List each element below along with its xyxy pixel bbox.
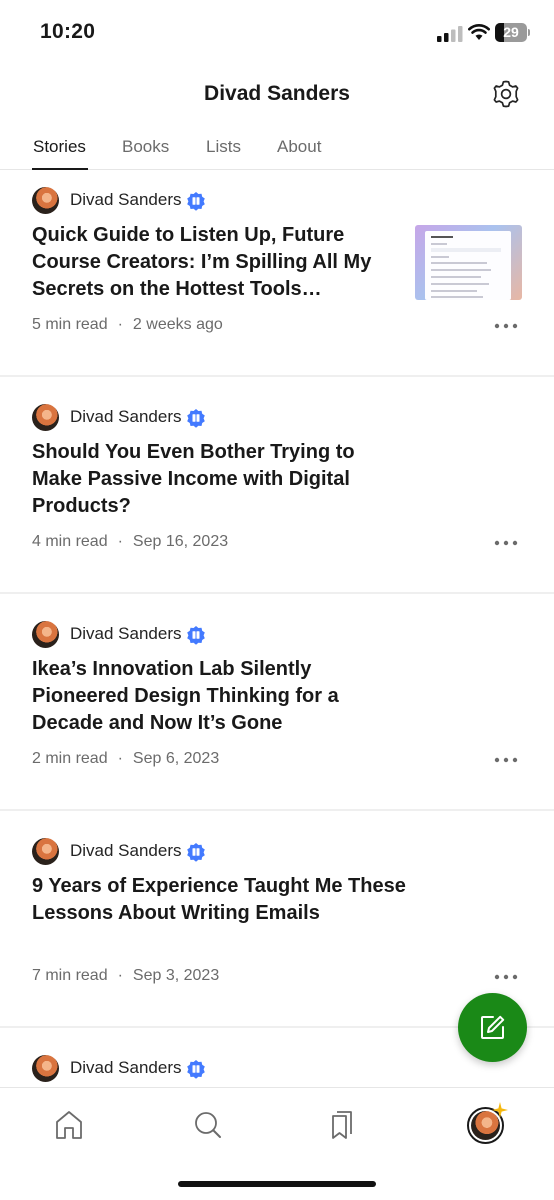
author-avatar[interactable] [32, 1055, 59, 1082]
author-avatar[interactable] [32, 621, 59, 648]
home-icon[interactable] [52, 1108, 86, 1142]
author-name[interactable]: Divad Sanders [70, 1058, 182, 1078]
read-time: 4 min read [32, 533, 108, 550]
read-time: 7 min read [32, 967, 108, 984]
verified-badge-icon [187, 1060, 205, 1079]
cellular-signal-icon [437, 26, 463, 42]
meta-separator: · [117, 750, 123, 767]
status-bar: 10:20 29 [0, 0, 554, 66]
author-name[interactable]: Divad Sanders [70, 190, 182, 210]
story-meta: 2 min read · Sep 6, 2023 [32, 750, 219, 768]
home-indicator[interactable] [178, 1181, 376, 1187]
page-title: Divad Sanders [204, 82, 350, 105]
author-name[interactable]: Divad Sanders [70, 841, 182, 861]
publish-date: Sep 6, 2023 [132, 750, 220, 767]
author-avatar[interactable] [32, 404, 59, 431]
sparkle-icon [492, 1102, 508, 1118]
tab-lists[interactable]: Lists [206, 137, 241, 157]
story-card[interactable]: Divad Sanders Should You Even Bother Try… [0, 387, 554, 604]
author-name[interactable]: Divad Sanders [70, 624, 182, 644]
author-avatar[interactable] [32, 187, 59, 214]
story-card[interactable]: Divad Sanders Quick Guide to Listen Up, … [0, 170, 554, 387]
publish-date: Sep 3, 2023 [132, 967, 220, 984]
read-time: 5 min read [32, 316, 108, 333]
battery-percent: 29 [503, 24, 519, 40]
gear-icon[interactable] [490, 78, 522, 110]
meta-separator: · [117, 967, 123, 984]
bookmarks-icon[interactable] [328, 1108, 362, 1142]
tab-stories[interactable]: Stories [33, 137, 86, 157]
tab-books[interactable]: Books [122, 137, 169, 157]
compose-button[interactable] [458, 993, 527, 1062]
more-horizontal-icon[interactable] [494, 540, 518, 546]
more-horizontal-icon[interactable] [494, 974, 518, 980]
publish-date: 2 weeks ago [132, 316, 223, 333]
battery-indicator: 29 [495, 23, 530, 42]
meta-separator: · [117, 316, 123, 333]
story-title[interactable]: 9 Years of Experience Taught Me These Le… [32, 873, 412, 927]
verified-badge-icon [187, 843, 205, 862]
compose-icon [481, 1015, 505, 1039]
tab-about[interactable]: About [277, 137, 321, 157]
publish-date: Sep 16, 2023 [132, 533, 229, 550]
more-horizontal-icon[interactable] [494, 757, 518, 763]
divider [0, 375, 554, 377]
meta-separator: · [117, 533, 123, 550]
story-meta: 5 min read · 2 weeks ago [32, 316, 223, 334]
story-title[interactable]: Quick Guide to Listen Up, Future Course … [32, 222, 392, 303]
story-card[interactable]: Divad Sanders Ikea’s Innovation Lab Sile… [0, 604, 554, 821]
story-meta: 7 min read · Sep 3, 2023 [32, 967, 219, 985]
more-horizontal-icon[interactable] [494, 323, 518, 329]
divider [0, 592, 554, 594]
author-avatar[interactable] [32, 838, 59, 865]
read-time: 2 min read [32, 750, 108, 767]
story-thumbnail[interactable] [415, 225, 522, 300]
author-name[interactable]: Divad Sanders [70, 407, 182, 427]
verified-badge-icon [187, 409, 205, 428]
verified-badge-icon [187, 626, 205, 645]
story-title[interactable]: Should You Even Bother Trying to Make Pa… [32, 439, 377, 520]
search-icon[interactable] [191, 1108, 225, 1142]
story-meta: 4 min read · Sep 16, 2023 [32, 533, 228, 551]
status-time: 10:20 [40, 20, 96, 43]
verified-badge-icon [187, 192, 205, 211]
wifi-icon [468, 24, 490, 40]
profile-tabs: Stories Books Lists About [0, 135, 554, 170]
divider [0, 809, 554, 811]
story-title[interactable]: Ikea’s Innovation Lab Silently Pioneered… [32, 656, 367, 737]
